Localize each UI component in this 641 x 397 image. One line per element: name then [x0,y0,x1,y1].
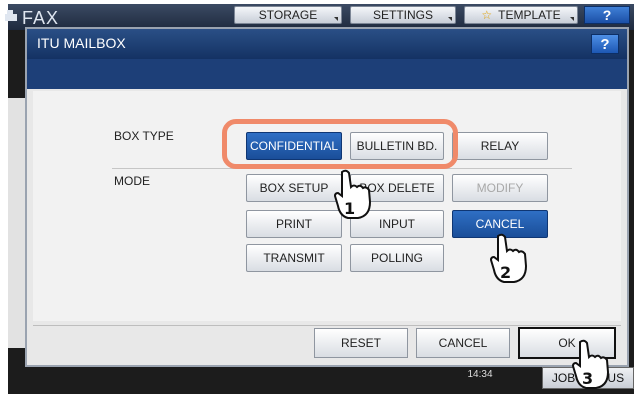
app-title: FAX [22,8,60,28]
polling-button[interactable]: POLLING [350,244,444,272]
mode-label: MODE [114,174,150,188]
dialog-title: ITU MAILBOX [37,35,126,51]
storage-button[interactable]: STORAGE [234,6,342,24]
settings-button[interactable]: SETTINGS [350,6,456,24]
pointing-hand-icon: 2 [489,233,528,283]
box-type-label: BOX TYPE [114,129,174,143]
box-type-relay-button[interactable]: RELAY [452,132,548,160]
settings-label: SETTINGS [372,8,433,22]
clock: 14:34 [456,370,504,390]
transmit-button[interactable]: TRANSMIT [246,244,342,272]
dialog-header-strip [27,59,627,89]
dropdown-arrow-icon [570,17,574,21]
template-button[interactable]: ☆ TEMPLATE [464,6,578,24]
template-label: TEMPLATE [498,8,561,22]
clock-time: 14:34 [467,369,493,380]
top-help-button[interactable]: ? [584,6,630,24]
dialog-cancel-button[interactable]: CANCEL [416,328,510,358]
reset-button[interactable]: RESET [314,328,408,358]
dropdown-arrow-icon [448,17,452,21]
step-2-label: 2 [500,263,511,282]
footer-divider [33,325,621,326]
highlight-box [222,119,458,169]
star-icon: ☆ [481,8,493,22]
pointing-hand-icon: 3 [571,339,610,389]
pointing-hand-icon: 1 [333,169,372,219]
dialog-help-button[interactable]: ? [591,34,619,54]
storage-label: STORAGE [258,8,318,22]
step-1-label: 1 [344,199,355,218]
dialog-title-bar: ITU MAILBOX ? [27,29,627,59]
step-3-label: 3 [582,369,593,388]
print-button[interactable]: PRINT [246,210,342,238]
modify-button[interactable]: MODIFY [452,174,548,202]
dropdown-arrow-icon [334,17,338,21]
fax-icon [5,10,17,21]
background-panel [8,98,25,348]
box-setup-button[interactable]: BOX SETUP [246,174,342,202]
